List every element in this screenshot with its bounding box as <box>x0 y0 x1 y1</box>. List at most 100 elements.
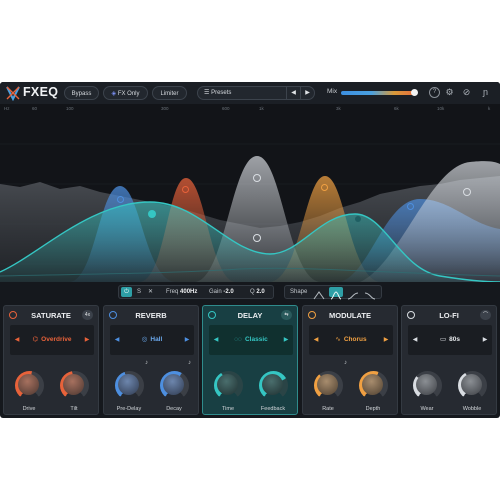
prev-preset-button[interactable]: ◀ <box>286 87 300 99</box>
lofi-type-selector[interactable]: ◀ ▭ 80s ▶ <box>408 325 492 355</box>
lofi-type-value: ▭ 80s <box>439 336 460 343</box>
mix-slider[interactable] <box>341 91 417 95</box>
eq-curves <box>0 143 500 282</box>
decay-knob[interactable] <box>160 371 189 400</box>
delay-type-selector[interactable]: ◀ ◌◌ Classic ▶ <box>209 325 293 355</box>
eq-band-node-reverb[interactable] <box>117 196 124 203</box>
chorus-icon: ∿ <box>335 336 341 343</box>
shape-label: Shape <box>290 289 308 295</box>
module-saturate: SATURATE 4x ◀ ⌬ Overdrive ▶ Drive Tilt <box>3 305 99 415</box>
fxeq-logo-icon <box>6 86 20 101</box>
help-icon[interactable]: ? <box>429 87 440 98</box>
app-name: FXEQ <box>23 85 59 99</box>
delay-mode-icon[interactable]: ⇆ <box>281 310 292 320</box>
gain-value: -2.0 <box>223 289 234 295</box>
prev-arrow-icon[interactable]: ◀ <box>112 325 122 355</box>
eq-display[interactable]: Hz 60 100 300 600 1k 3k 6k 10k k <box>0 104 500 282</box>
limiter-button[interactable]: Limiter <box>152 86 187 100</box>
q-value: 2.0 <box>256 289 265 295</box>
delay-type-value: ◌◌ Classic <box>234 336 268 343</box>
next-arrow-icon[interactable]: ▶ <box>381 325 391 355</box>
knob-label: Time <box>221 406 235 412</box>
prev-arrow-icon[interactable]: ◀ <box>311 325 321 355</box>
modulate-type-selector[interactable]: ◀ ∿ Chorus ▶ <box>309 325 393 355</box>
knob-label: Depth <box>365 406 381 412</box>
band-q[interactable]: Q 2.0 <box>250 286 265 298</box>
shape-bell-narrow-icon[interactable] <box>312 287 326 300</box>
fx-only-label: FX Only <box>117 91 140 97</box>
fx-only-icon: ◈ <box>111 91 117 97</box>
feedback-knob[interactable] <box>259 371 288 400</box>
rate-knob[interactable] <box>314 371 343 400</box>
band-freq[interactable]: Freq 400Hz <box>166 286 197 298</box>
saturate-type-value: ⌬ Overdrive <box>32 336 72 343</box>
next-arrow-icon[interactable]: ▶ <box>281 325 291 355</box>
hall-icon: ◎ <box>141 336 148 343</box>
knob-label: Feedback <box>260 406 286 412</box>
module-title: REVERB <box>135 311 167 320</box>
pre-delay-knob[interactable] <box>115 371 144 400</box>
next-arrow-icon[interactable]: ▶ <box>182 325 192 355</box>
saturate-type-selector[interactable]: ◀ ⌬ Overdrive ▶ <box>10 325 94 355</box>
module-lofi: LO-FI ⌒ ◀ ▭ 80s ▶ Wear Wobble <box>401 305 497 415</box>
fx-only-button[interactable]: ◈ FX Only <box>103 86 148 100</box>
wobble-knob[interactable] <box>458 371 487 400</box>
drive-knob[interactable] <box>15 371 44 400</box>
module-delay: DELAY ⇆ ◀ ◌◌ Classic ▶ Time Feedback <box>202 305 298 415</box>
shape-high-shelf-icon[interactable] <box>363 287 377 300</box>
settings-gear-icon[interactable]: ⚙ <box>444 87 455 98</box>
wear-knob[interactable] <box>413 371 442 400</box>
eq-band-node-reverb-2[interactable] <box>407 203 414 210</box>
knob-label: Wear <box>420 406 434 412</box>
eq-band-node-modulate[interactable] <box>321 184 328 191</box>
band-power-button[interactable]: ⏻ <box>121 287 132 297</box>
q-label: Q <box>250 289 255 295</box>
presets-selector[interactable]: ☰ Presets ◀ ▶ <box>197 86 315 100</box>
tempo-sync-icon[interactable]: ♪ <box>344 360 347 366</box>
knob-label: Drive <box>22 406 36 412</box>
eq-band-node-delay-2[interactable] <box>355 216 361 222</box>
overdrive-icon: ⌬ <box>32 336 39 343</box>
oversampling-badge[interactable]: 4x <box>82 310 93 320</box>
reverb-type-value: ◎ Hall <box>141 336 163 343</box>
eq-band-node-lofi[interactable] <box>253 234 261 242</box>
next-arrow-icon[interactable]: ▶ <box>480 325 490 355</box>
module-reverb: REVERB ◀ ◎ Hall ▶ ♪ ♪ Pre-Delay Decay <box>103 305 199 415</box>
bypass-button[interactable]: Bypass <box>64 86 99 100</box>
next-preset-button[interactable]: ▶ <box>300 87 314 99</box>
knob-label: Rate <box>322 406 334 412</box>
fx-modules: SATURATE 4x ◀ ⌬ Overdrive ▶ Drive Tilt RE… <box>3 305 497 417</box>
eq-band-node-lofi-main[interactable] <box>253 174 261 182</box>
band-parameters-bar: ⏻ S ✕ Freq 400Hz Gain -2.0 Q 2.0 <box>118 285 274 299</box>
izotope-logo-icon: ɲ <box>482 87 488 97</box>
band-gain[interactable]: Gain -2.0 <box>209 286 234 298</box>
time-knob[interactable] <box>214 371 243 400</box>
gain-label: Gain <box>209 289 222 295</box>
eq-band-node-lofi-2[interactable] <box>463 188 471 196</box>
mix-slider-handle[interactable] <box>411 89 418 96</box>
tempo-sync-icon[interactable]: ♪ <box>188 360 191 366</box>
band-delete-icon[interactable]: ✕ <box>148 286 153 298</box>
classic-delay-icon: ◌◌ <box>234 336 242 343</box>
knob-label: Decay <box>166 406 182 412</box>
depth-knob[interactable] <box>359 371 388 400</box>
eq-band-node-delay[interactable] <box>148 210 156 218</box>
reverb-type-selector[interactable]: ◀ ◎ Hall ▶ <box>110 325 194 355</box>
tape-icon: ▭ <box>439 336 447 343</box>
prev-arrow-icon[interactable]: ◀ <box>12 325 22 355</box>
freq-label: Freq <box>166 289 179 295</box>
shape-bell-icon[interactable] <box>329 287 343 300</box>
tempo-sync-icon[interactable]: ♪ <box>145 360 148 366</box>
shape-low-shelf-icon[interactable] <box>346 287 360 300</box>
presets-label: ☰ Presets <box>204 90 232 96</box>
prev-arrow-icon[interactable]: ◀ <box>410 325 420 355</box>
band-solo-button[interactable]: S <box>137 286 141 298</box>
prev-arrow-icon[interactable]: ◀ <box>211 325 221 355</box>
knob-label: Pre-Delay <box>116 406 142 412</box>
next-arrow-icon[interactable]: ▶ <box>82 325 92 355</box>
eq-band-node-saturate[interactable] <box>182 186 189 193</box>
tilt-knob[interactable] <box>60 371 89 400</box>
plugin-window: FXEQ Bypass ◈ FX Only Limiter ☰ Presets … <box>0 82 500 418</box>
sync-icon[interactable]: ⊘ <box>461 87 472 98</box>
lofi-wobble-icon[interactable]: ⌒ <box>480 310 491 320</box>
